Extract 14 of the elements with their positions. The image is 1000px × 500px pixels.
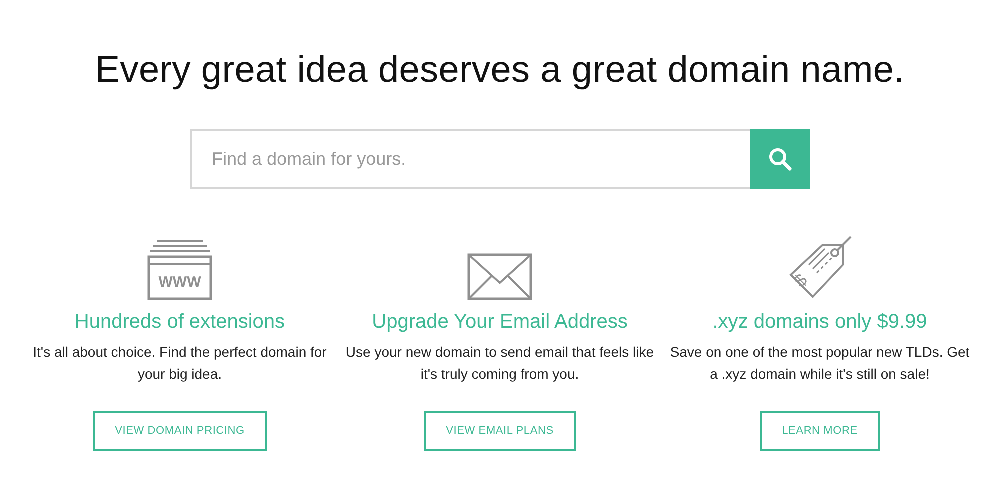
- feature-title: Upgrade Your Email Address: [371, 310, 629, 336]
- feature-description: Use your new domain to send email that feels like it's truly coming from you.: [345, 343, 655, 384]
- feature-button[interactable]: LEARN MORE: [760, 411, 880, 452]
- feature-title: Hundreds of extensions: [74, 310, 286, 336]
- search-field[interactable]: Find a domain for yours.: [190, 129, 750, 190]
- feature-description: It's all about choice. Find the perfect domain for your big idea.: [32, 343, 328, 384]
- feature-button[interactable]: VIEW EMAIL PLANS: [424, 411, 576, 452]
- feature-description: Save on one of the most popular new TLDs. Get a .xyz domain while it's still on sale!: [669, 343, 971, 384]
- feature-button[interactable]: VIEW DOMAIN PRICING: [93, 411, 267, 452]
- search-icon: [768, 147, 792, 172]
- feature-title: .xyz domains only $9.99: [712, 310, 928, 336]
- search-button[interactable]: [750, 129, 810, 190]
- headline: Every great idea deserves a great domain name.: [94, 48, 906, 92]
- envelope-icon: [467, 253, 533, 302]
